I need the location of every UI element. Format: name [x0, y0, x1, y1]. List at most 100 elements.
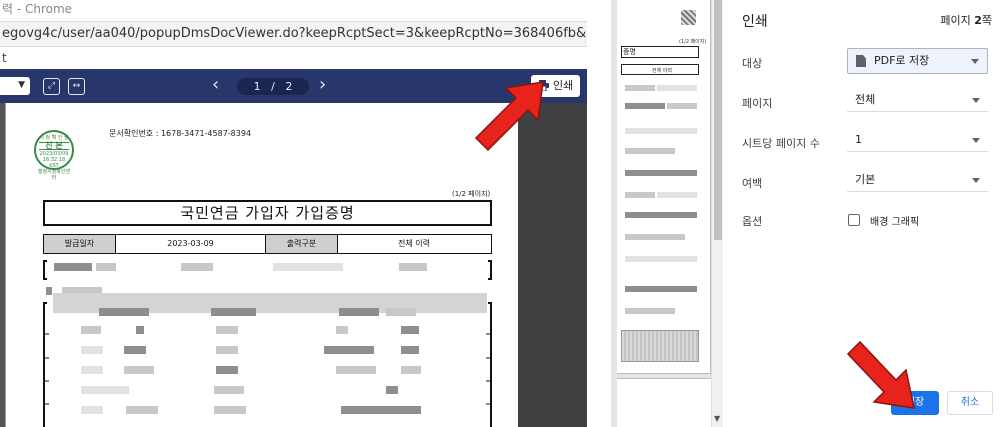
issue-date-value: 2023-03-09 — [116, 235, 266, 253]
scroll-down-icon[interactable]: ▼ — [714, 414, 720, 423]
issue-date-label: 발급일자 — [44, 235, 116, 253]
background-graphics-label[interactable]: 배경 그래픽 — [870, 213, 919, 228]
total-pages: 2 — [285, 80, 293, 93]
screenshot-root: 력 - Chrome egovg4c/user/aa040/popupDmsDo… — [0, 0, 1003, 427]
redacted-block — [625, 308, 675, 314]
redacted-block — [216, 326, 238, 334]
dialog-page-count: 페이지 2쪽 — [940, 12, 992, 28]
redacted-block — [401, 326, 419, 334]
background-graphics-checkbox[interactable] — [848, 214, 860, 226]
fit-page-icon[interactable]: ⤢ — [43, 78, 60, 95]
redacted-block — [273, 263, 343, 271]
redacted-block — [336, 366, 376, 374]
redacted-block — [54, 263, 92, 271]
preview-page-1: (1/2 페이지) 증명 전체 이력 — [617, 0, 711, 374]
chevron-down-icon — [972, 98, 980, 103]
verification-seal: 시 청 확 인 필 진 본 2023/03/09 16:32:18 KST 행정… — [34, 130, 74, 181]
redacted-block — [625, 148, 675, 154]
page-count-suffix: 쪽 — [981, 14, 992, 27]
redacted-block — [181, 263, 213, 271]
next-page-icon[interactable]: › — [319, 75, 326, 95]
document-icon — [856, 55, 866, 67]
redacted-block — [126, 406, 158, 414]
redacted-block — [124, 346, 146, 354]
document-number: 문서확인번호 : 1678-3471-4587-8394 — [109, 129, 252, 138]
pages-select[interactable]: 전체 — [847, 88, 988, 112]
page-separator: / — [271, 80, 275, 93]
print-preview-pane[interactable]: (1/2 페이지) 증명 전체 이력 — [611, 0, 723, 427]
pages-label: 페이지 — [742, 97, 773, 110]
options-label: 옵션 — [742, 215, 763, 228]
redacted-block — [214, 406, 246, 414]
redacted-block — [124, 366, 154, 374]
bracket-table — [43, 302, 492, 427]
seal-middle: 진 본 — [39, 142, 69, 150]
redacted-block — [81, 346, 103, 354]
redacted-block — [625, 212, 697, 218]
redacted-block — [99, 308, 149, 316]
document-page: 시 청 확 인 필 진 본 2023/03/09 16:32:18 KST 행정… — [5, 103, 518, 427]
pages-per-sheet-label: 시트당 페이지 수 — [742, 137, 820, 150]
preview-page-2 — [617, 378, 711, 427]
redacted-block — [625, 170, 697, 176]
zoom-select[interactable]: ▼ — [0, 77, 30, 95]
preview-scrollbar[interactable]: ▼ — [711, 0, 723, 427]
redacted-block — [216, 366, 238, 374]
page-indicator[interactable]: 1 / 2 — [237, 78, 309, 95]
redacted-block — [216, 346, 238, 354]
redacted-block — [625, 103, 665, 109]
margins-label: 여백 — [742, 177, 763, 190]
redacted-block — [625, 85, 655, 91]
margins-select[interactable]: 기본 — [847, 168, 988, 192]
destination-label: 대상 — [742, 57, 763, 70]
pages-per-sheet-value: 1 — [855, 133, 862, 146]
redacted-block — [339, 308, 379, 316]
document-title: 국민연금 가입자 가입증명 — [43, 200, 492, 226]
redacted-block — [401, 366, 421, 374]
preview-footer-block — [621, 330, 699, 362]
scrollbar-thumb[interactable] — [714, 0, 722, 240]
preview-info-row: 전체 이력 — [621, 64, 699, 75]
redacted-block — [625, 192, 655, 198]
redacted-block — [386, 308, 416, 316]
redacted-block — [81, 386, 129, 394]
redacted-block — [667, 103, 697, 109]
redacted-block — [625, 286, 697, 292]
redacted-block — [81, 366, 103, 374]
margins-value: 기본 — [855, 173, 876, 186]
current-page: 1 — [253, 80, 261, 93]
output-type-label: 출력구분 — [266, 235, 338, 253]
print-dialog: 인쇄 페이지 2쪽 대상 PDF로 저장 페이지 전체 시트당 페이지 수 1 … — [723, 0, 1003, 427]
arrow-pointer-icon — [474, 81, 544, 152]
preview-seal — [681, 10, 696, 25]
redacted-block — [324, 346, 374, 354]
redacted-block — [625, 256, 697, 262]
window-title: 력 - Chrome — [0, 0, 587, 18]
fit-width-icon[interactable]: ↔ — [68, 78, 85, 95]
redacted-block — [211, 308, 256, 316]
pages-per-sheet-select[interactable]: 1 — [847, 128, 988, 152]
chevron-down-icon: ▼ — [18, 80, 25, 90]
redacted-block — [46, 287, 52, 295]
preview-page-count: (1/2 페이지) — [679, 39, 707, 45]
redacted-block — [625, 128, 697, 134]
cancel-button[interactable]: 취소 — [947, 391, 993, 415]
redacted-block — [399, 263, 427, 271]
address-bar[interactable]: egovg4c/user/aa040/popupDmsDocViewer.do?… — [0, 21, 587, 47]
preview-title: 증명 — [621, 46, 699, 58]
destination-select[interactable]: PDF로 저장 — [847, 48, 988, 74]
page-count-number: 2 — [974, 14, 982, 27]
redacted-block — [81, 326, 101, 334]
redacted-block — [386, 386, 398, 394]
redacted-block — [341, 406, 421, 414]
toolbar-strip: t — [0, 48, 587, 68]
output-type-value: 전체 이력 — [398, 239, 430, 248]
chevron-down-icon — [972, 138, 980, 143]
redacted-block — [657, 192, 697, 198]
browser-window: 력 - Chrome egovg4c/user/aa040/popupDmsDo… — [0, 0, 587, 427]
prev-page-icon[interactable]: ‹ — [212, 75, 219, 95]
redacted-block — [214, 386, 244, 394]
page-count-label: (1/2 페이지) — [452, 190, 491, 198]
arrow-pointer-icon — [846, 340, 915, 409]
redacted-block — [336, 326, 348, 334]
